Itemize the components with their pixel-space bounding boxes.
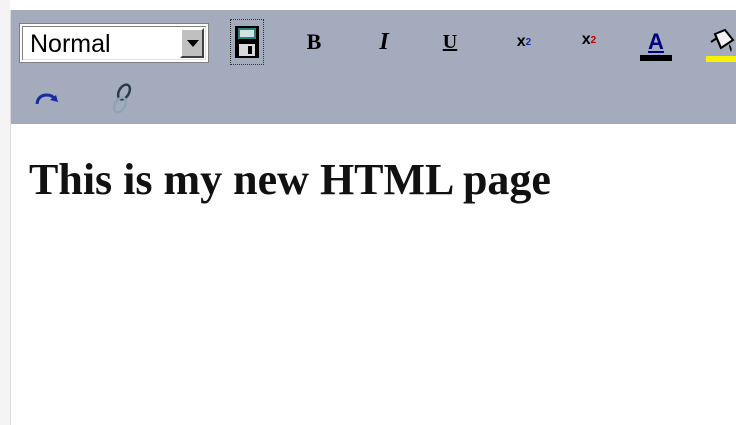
highlight-swatch [706,56,736,62]
font-color-swatch [640,55,672,61]
formatting-toolbar: Normal B I U x2 x2 A [11,10,736,124]
font-color-button[interactable]: A [638,24,674,66]
subscript-button[interactable]: x2 [506,26,542,58]
superscript-base: x [581,31,591,48]
top-strip [10,0,736,10]
font-color-icon: A [648,29,664,54]
left-border [0,0,11,425]
dropdown-arrow-icon[interactable] [180,28,204,58]
highlight-button[interactable] [705,24,736,66]
save-button[interactable] [230,19,264,65]
italic-button[interactable]: I [369,26,399,58]
subscript-base: x [516,33,526,50]
superscript-script: 2 [590,34,597,46]
underline-button[interactable]: U [435,26,465,58]
redo-icon [35,93,58,105]
highlight-icon [710,28,735,52]
editor-window: Normal B I U x2 x2 A This is my new HTML… [0,0,736,425]
subscript-script: 2 [525,36,532,48]
link-icon [112,83,132,114]
editor-content-area[interactable]: This is my new HTML page [11,124,736,425]
save-icon [235,26,259,58]
superscript-button[interactable]: x2 [571,24,607,56]
bold-button[interactable]: B [299,26,329,58]
page-heading[interactable]: This is my new HTML page [29,154,551,205]
insert-link-button[interactable] [107,82,137,116]
redo-button[interactable] [31,85,63,115]
paragraph-style-select[interactable]: Normal [19,23,209,63]
paragraph-style-value: Normal [30,30,111,58]
